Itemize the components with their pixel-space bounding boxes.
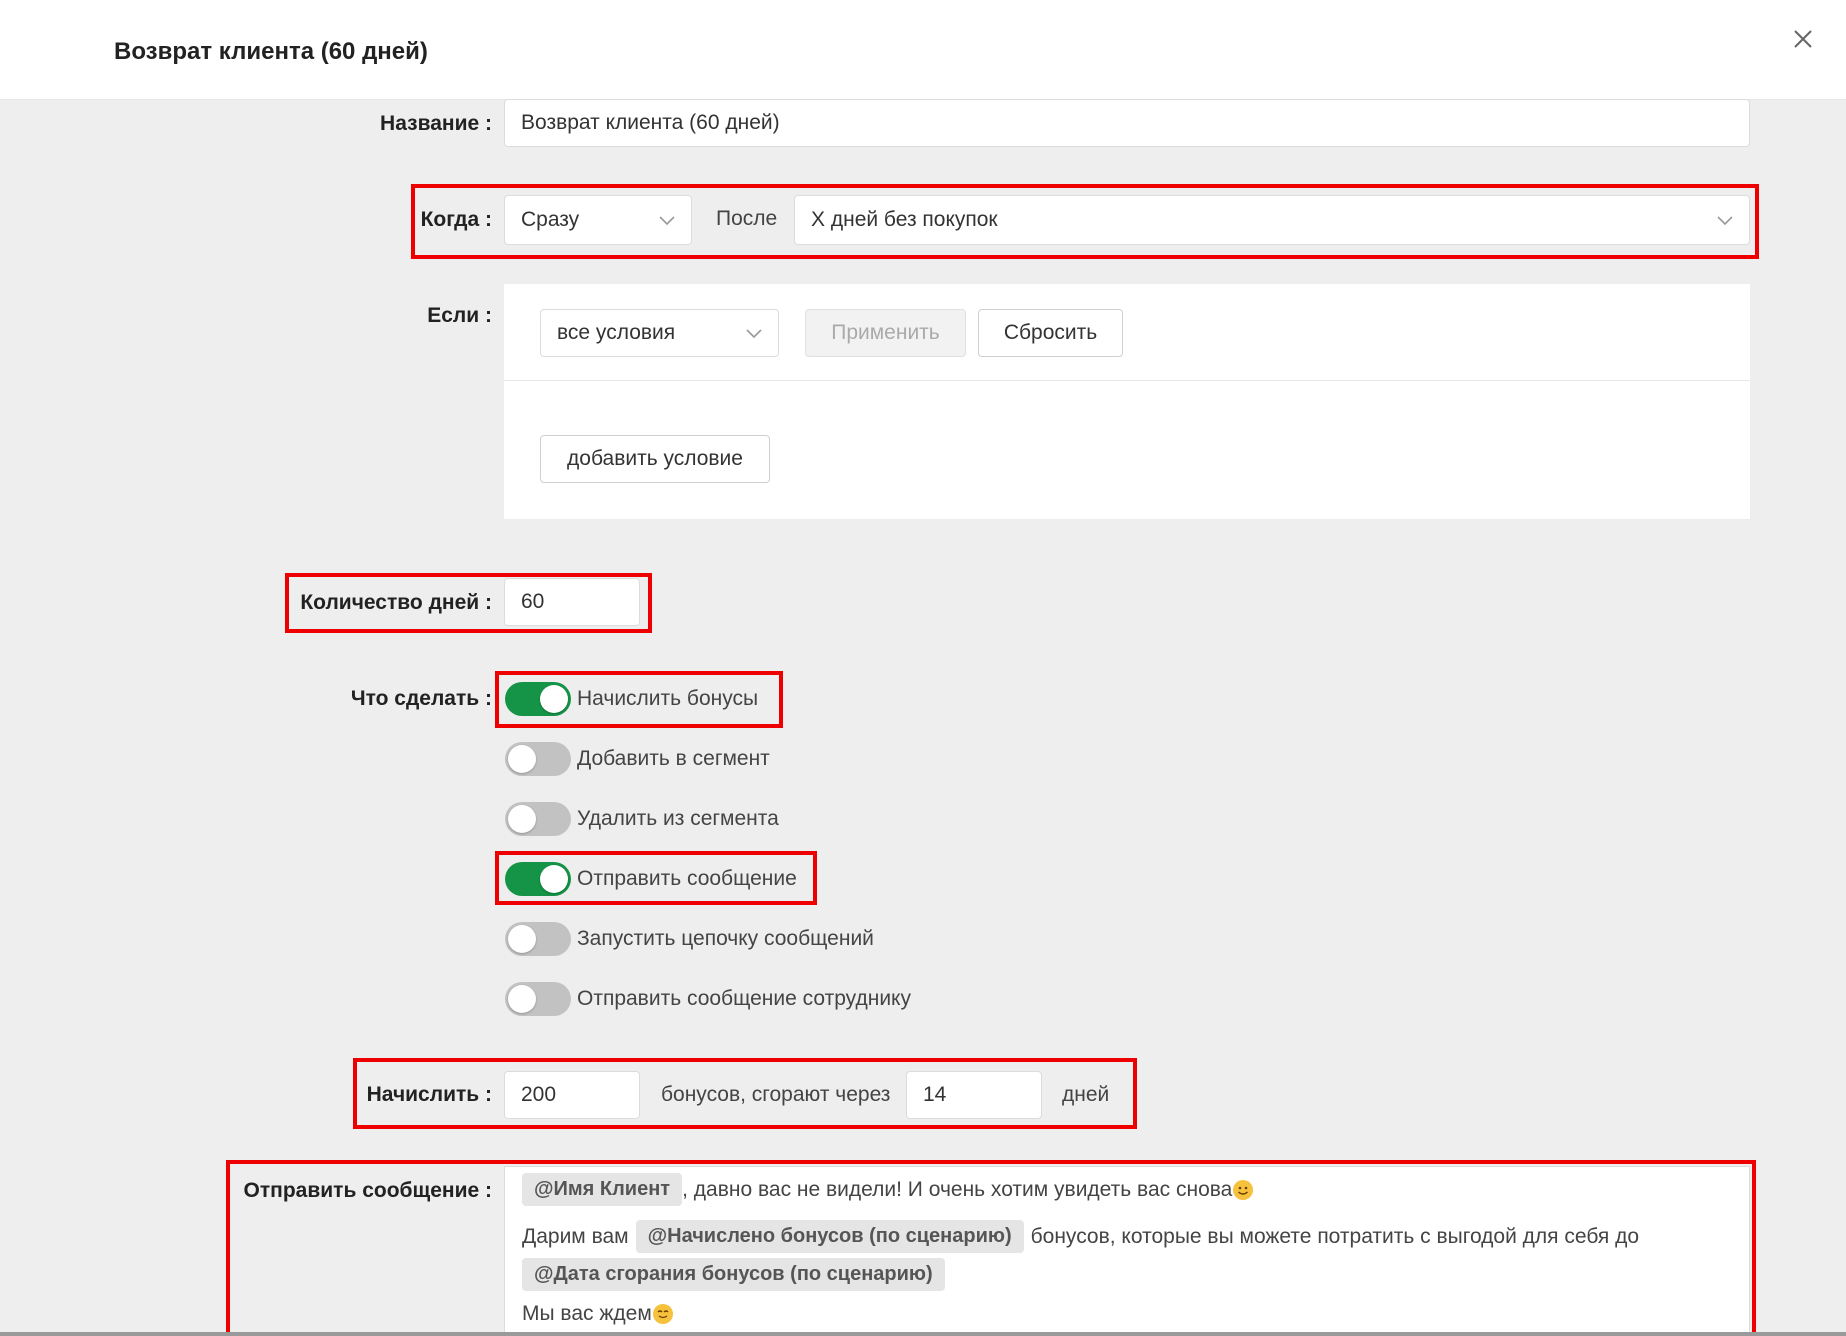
toggle-label: Удалить из сегмента [577,807,779,830]
bonus-amount-input[interactable]: 200 [504,1071,640,1119]
variable-tag[interactable]: @Имя Клиент [522,1173,683,1206]
toggle-switch[interactable] [505,802,571,836]
toggle-label: Начислить бонусы [577,687,759,710]
message-line: Дарим вам @Начислено бонусов (по сценари… [522,1220,1639,1253]
bonus-expire-text: бонусов, сгорают через [661,1083,891,1106]
toggle-switch[interactable] [505,982,571,1016]
when-label: Когда : [420,208,492,231]
message-label: Отправить сообщение : [243,1179,492,1202]
action-accrue-bonuses[interactable]: Начислить бонусы [505,682,758,716]
toggle-label: Запустить цепочку сообщений [577,927,874,950]
action-start-message-chain[interactable]: Запустить цепочку сообщений [505,922,874,956]
reset-button[interactable]: Сбросить [978,309,1123,357]
action-remove-from-segment[interactable]: Удалить из сегмента [505,802,779,836]
close-icon[interactable] [1788,24,1818,54]
dialog-header: Возврат клиента (60 дней) [0,0,1846,100]
toggle-switch[interactable] [505,862,571,896]
smile-emoji-icon [1233,1179,1254,1200]
conditions-select[interactable]: все условия [540,309,779,357]
divider [504,380,1750,381]
action-send-message[interactable]: Отправить сообщение [505,862,797,896]
chevron-down-icon [659,216,675,226]
message-line: @Дата сгорания бонусов (по сценарию) [522,1258,945,1291]
dialog-title: Возврат клиента (60 дней) [114,38,428,65]
message-editor[interactable]: @Имя Клиент , давно вас не видели! И оче… [504,1166,1750,1336]
apply-button[interactable]: Применить [805,309,966,357]
divider [0,1332,1846,1336]
accrue-label: Начислить : [366,1083,492,1106]
hug-emoji-icon [652,1304,673,1324]
name-label: Название : [380,112,492,135]
toggle-switch[interactable] [505,922,571,956]
timing-select[interactable]: Сразу [504,195,692,245]
toggle-label: Отправить сообщение сотруднику [577,987,911,1010]
days-label: Количество дней : [300,591,492,614]
days-input[interactable]: 60 [504,578,640,626]
conditions-panel: все условия Применить Сбросить добавить … [504,284,1750,519]
after-label: После [716,207,778,230]
chevron-down-icon [1717,216,1733,226]
name-input[interactable]: Возврат клиента (60 дней) [504,99,1750,147]
days-suffix-text: дней [1062,1083,1110,1106]
toggle-label: Добавить в сегмент [577,747,770,770]
add-condition-button[interactable]: добавить условие [540,435,770,483]
action-message-employee[interactable]: Отправить сообщение сотруднику [505,982,911,1016]
toggle-switch[interactable] [505,682,571,716]
message-line: Мы вас ждем [522,1302,673,1326]
event-select[interactable]: Х дней без покупок [794,195,1750,245]
message-line: @Имя Клиент , давно вас не видели! И оче… [522,1173,1254,1206]
toggle-switch[interactable] [505,742,571,776]
toggle-label: Отправить сообщение [577,867,797,890]
chevron-down-icon [746,329,762,339]
expire-days-input[interactable]: 14 [906,1071,1042,1119]
if-label: Если : [427,304,492,327]
actions-label: Что сделать : [350,687,492,710]
action-add-to-segment[interactable]: Добавить в сегмент [505,742,770,776]
variable-tag[interactable]: @Начислено бонусов (по сценарию) [635,1220,1024,1253]
variable-tag[interactable]: @Дата сгорания бонусов (по сценарию) [522,1258,945,1291]
